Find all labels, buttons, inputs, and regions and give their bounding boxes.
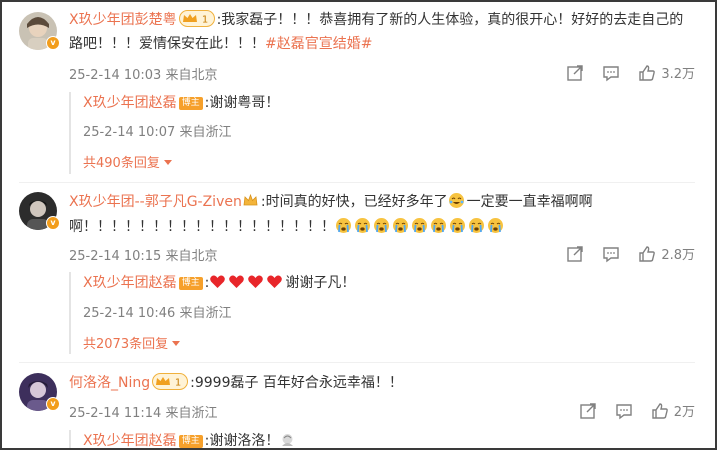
heart-emoji [229, 275, 245, 288]
reply-username[interactable]: X玖少年团赵磊 [83, 275, 177, 291]
comment-username[interactable]: X玖少年团彭楚粤 [69, 12, 177, 28]
comment-actions: 2.8万 [548, 244, 695, 263]
crying-emoji [412, 218, 427, 233]
crying-emoji [488, 218, 503, 233]
reply-thread: X玖少年团赵磊 博主: 谢谢子凡！ 25-2-14 10:46 来自浙江 共2073… [69, 272, 695, 354]
divider [19, 182, 695, 183]
comment-text: X玖少年团--郭子凡G-Ziven:时间真的好快，已经好多年了 一定要一直幸福啊啊… [69, 190, 695, 240]
like-icon[interactable] [638, 245, 656, 263]
crying-emoji [374, 218, 389, 233]
comment-meta: 25-2-14 10:03 来自北京 [69, 68, 218, 83]
heart-emoji-group [209, 275, 285, 291]
comment-meta: 25-2-14 10:15 来自北京 [69, 249, 218, 264]
chevron-down-icon [163, 160, 172, 165]
crying-emoji [336, 218, 351, 233]
like-icon[interactable] [651, 402, 669, 420]
crown-icon [243, 193, 258, 206]
divider [19, 362, 695, 363]
comment-text: X玖少年团彭楚粤 1:我家磊子！！！恭喜拥有了新的人生体验，真的很开心！好好的去走… [69, 8, 695, 56]
reply-meta: 25-2-14 10:07 来自浙江 [83, 125, 232, 140]
comment-actions: 2万 [561, 401, 695, 420]
more-replies-label: 共490条回复 [83, 156, 160, 171]
verified-badge-icon: v [46, 397, 60, 411]
share-icon[interactable] [579, 402, 597, 420]
heart-emoji [210, 275, 226, 288]
author-badge: 博主 [178, 277, 203, 290]
comment-text: 何洛洛_Ning 1 :9999磊子 百年好合永远幸福！！ [69, 371, 695, 395]
like-icon[interactable] [638, 64, 656, 82]
bow-emoji [282, 434, 294, 446]
crying-emoji-group [335, 218, 506, 235]
reply-text: X玖少年团赵磊 博主:谢谢洛洛！ [83, 430, 298, 449]
weibo-comment-panel: v X玖少年团彭楚粤 1:我家磊子！！！恭喜拥有了新的人生体验，真的很开心！好好的… [0, 0, 717, 450]
hashtag-link[interactable]: #赵磊官宣结婚# [265, 36, 372, 52]
reply-thread: X玖少年团赵磊 博主:谢谢粤哥！ 25-2-14 10:07 来自浙江 共490条… [69, 92, 695, 174]
heart-emoji [248, 275, 264, 288]
share-icon[interactable] [566, 245, 584, 263]
comment-username[interactable]: X玖少年团--郭子凡G-Ziven [69, 194, 242, 210]
comment-body: :9999磊子 百年好合永远幸福！！ [190, 375, 403, 391]
crying-emoji [431, 218, 446, 233]
svg-text:1: 1 [175, 378, 181, 389]
chevron-down-icon [172, 341, 181, 346]
heart-emoji [267, 275, 283, 288]
more-replies-link[interactable]: 共2073条回复 [83, 333, 181, 352]
reply-username[interactable]: X玖少年团赵磊 [83, 433, 177, 448]
reply-body: :谢谢粤哥！ [204, 95, 280, 111]
reply-text: X玖少年团赵磊 博主: 谢谢子凡！ [83, 275, 356, 291]
share-icon[interactable] [566, 64, 584, 82]
laugh-cry-emoji [448, 193, 464, 208]
crying-emoji [393, 218, 408, 233]
fan-level-badge-icon: 1 [178, 10, 215, 27]
more-replies-label: 共2073条回复 [83, 337, 169, 352]
verified-badge-icon: v [46, 36, 60, 50]
verified-badge-icon: v [46, 216, 60, 230]
comment-username[interactable]: 何洛洛_Ning [69, 375, 150, 391]
like-count: 2.8万 [661, 248, 695, 263]
comment-actions: 3.2万 [548, 63, 695, 82]
crying-emoji [450, 218, 465, 233]
reply-meta: 25-2-14 10:46 来自浙江 [83, 306, 232, 321]
like-count: 2万 [673, 405, 695, 420]
comment-icon[interactable] [602, 245, 620, 263]
reply-body: 谢谢子凡！ [285, 275, 356, 291]
comment-body-part1: :时间真的好快，已经好多年了 [260, 194, 448, 210]
like-count: 3.2万 [661, 67, 695, 82]
author-badge: 博主 [178, 435, 203, 448]
reply-body: :谢谢洛洛！ [204, 433, 280, 449]
author-badge: 博主 [178, 97, 203, 110]
comment-icon[interactable] [615, 402, 633, 420]
crying-emoji [469, 218, 484, 233]
reply-thread: X玖少年团赵磊 博主:谢谢洛洛！ [69, 430, 695, 449]
comment-icon[interactable] [602, 64, 620, 82]
svg-text:1: 1 [201, 15, 207, 26]
reply-username[interactable]: X玖少年团赵磊 [83, 95, 177, 111]
more-replies-link[interactable]: 共490条回复 [83, 152, 172, 171]
crying-emoji [355, 218, 370, 233]
reply-text: X玖少年团赵磊 博主:谢谢粤哥！ [83, 92, 279, 114]
comment-meta: 25-2-14 11:14 来自浙江 [69, 406, 218, 421]
fan-level-badge-icon: 1 [152, 373, 189, 390]
